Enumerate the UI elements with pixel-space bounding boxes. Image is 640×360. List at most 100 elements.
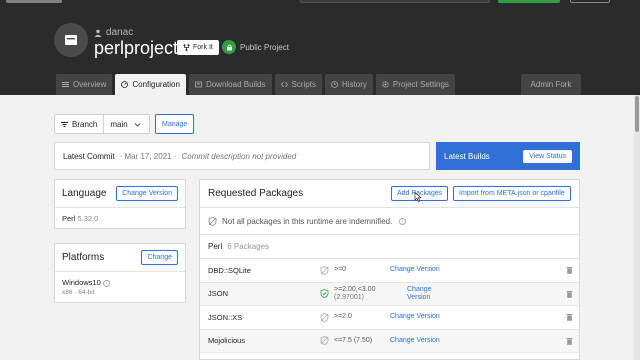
tab-label: Download Builds bbox=[205, 80, 266, 89]
platforms-title: Platforms bbox=[62, 252, 105, 263]
latest-commit-label: Latest Commit bbox=[63, 151, 115, 161]
platform-name: Windows10 bbox=[62, 278, 101, 287]
tab-label: Project Settings bbox=[392, 80, 449, 89]
tab-download-builds[interactable]: Download Builds bbox=[188, 74, 272, 95]
package-row: JSON::XS >=2.0 Change Version bbox=[200, 306, 579, 330]
latest-builds-bar: Latest Builds View Status bbox=[436, 142, 580, 170]
package-name: Mojolicious bbox=[208, 336, 246, 346]
language-panel-header: Language Change Version bbox=[55, 180, 185, 208]
resolved-version: (2.97001) bbox=[334, 293, 364, 301]
package-name: JSON bbox=[208, 289, 229, 299]
platform-arch: x86 · 64-bit bbox=[62, 289, 95, 296]
tab-label: Overview bbox=[73, 80, 107, 89]
fork-button-label: Fork It bbox=[193, 44, 213, 51]
site-logo[interactable] bbox=[6, 0, 62, 3]
package-version-constraint: <=7.5 (7.50) bbox=[334, 336, 373, 344]
requested-packages-panel: Requested Packages Add Packages Import f… bbox=[199, 179, 580, 360]
trash-icon[interactable] bbox=[566, 266, 573, 275]
chevron-down-icon bbox=[134, 122, 141, 127]
lock-icon bbox=[222, 40, 236, 54]
code-icon bbox=[280, 81, 288, 88]
manage-branches-button[interactable]: Manage bbox=[155, 114, 195, 134]
branch-dropdown[interactable]: main bbox=[104, 120, 146, 129]
trash-icon[interactable] bbox=[566, 337, 573, 345]
import-packages-button[interactable]: Import from META.json or cpanfile bbox=[453, 186, 571, 201]
language-name: Perl bbox=[62, 214, 76, 223]
info-icon[interactable]: i bbox=[399, 217, 407, 225]
project-owner[interactable]: danac bbox=[94, 27, 133, 38]
shield-off-icon bbox=[320, 312, 329, 322]
download-icon bbox=[195, 81, 202, 88]
change-package-version-link[interactable]: Change Version bbox=[390, 313, 440, 321]
global-search-input[interactable] bbox=[300, 0, 490, 3]
scrollbar-thumb[interactable] bbox=[635, 96, 639, 132]
shield-check-icon bbox=[320, 289, 329, 299]
language-title: Language bbox=[62, 188, 107, 199]
change-package-version-link[interactable]: Change Version bbox=[407, 286, 447, 302]
commit-description: Commit description not provided bbox=[181, 151, 297, 161]
tab-admin-fork[interactable]: Admin Fork bbox=[521, 74, 581, 95]
fork-icon bbox=[183, 44, 190, 51]
tab-scripts[interactable]: Scripts bbox=[274, 74, 322, 95]
project-title: perlproject bbox=[94, 38, 179, 58]
mouse-cursor-icon bbox=[414, 192, 422, 202]
platforms-panel-header: Platforms Change bbox=[55, 244, 185, 272]
user-icon bbox=[94, 29, 102, 37]
trash-icon[interactable] bbox=[566, 313, 573, 322]
package-version-constraint: >=2.00,<3.00 (2.97001) bbox=[334, 286, 375, 302]
package-name: JSON::XS bbox=[208, 312, 243, 322]
user-menu-button[interactable] bbox=[570, 0, 610, 3]
owner-name: danac bbox=[106, 27, 134, 38]
tab-overview[interactable]: Overview bbox=[56, 74, 113, 95]
primary-action-button[interactable] bbox=[498, 0, 560, 3]
language-panel: Language Change Version Perl 5.32.0 bbox=[54, 179, 186, 229]
package-version-constraint: >=2.0 bbox=[334, 313, 352, 321]
fork-button[interactable]: Fork It bbox=[177, 40, 219, 55]
commit-date: · Mar 17, 2021 · bbox=[119, 151, 177, 161]
project-icon bbox=[54, 23, 88, 57]
latest-builds-label: Latest Builds bbox=[444, 151, 490, 161]
package-group-header: Perl 6 Packages bbox=[200, 235, 579, 259]
history-icon bbox=[331, 81, 338, 88]
package-group-name: Perl bbox=[208, 242, 223, 251]
language-version: 5.32.0 bbox=[77, 214, 99, 223]
change-package-version-link[interactable]: Change Version bbox=[390, 337, 440, 345]
change-platform-button[interactable]: Change bbox=[141, 250, 178, 265]
branch-label-text: Branch bbox=[72, 119, 98, 129]
list-icon bbox=[62, 82, 69, 87]
branch-label: Branch bbox=[55, 115, 105, 133]
view-status-button[interactable]: View Status bbox=[523, 149, 572, 163]
change-package-version-link[interactable]: Change Version bbox=[390, 266, 440, 274]
trash-icon[interactable] bbox=[566, 290, 573, 298]
tab-label: Configuration bbox=[132, 80, 180, 89]
branch-icon bbox=[61, 121, 68, 127]
package-name: DBD::SQLite bbox=[208, 265, 251, 275]
shield-off-icon bbox=[208, 216, 217, 226]
tab-history[interactable]: History bbox=[324, 74, 373, 95]
page-scrollbar[interactable] bbox=[634, 95, 640, 360]
project-header: danac perlproject Fork It Public Project… bbox=[0, 0, 640, 95]
visibility-label: Public Project bbox=[240, 43, 289, 52]
version-range: >=2.00,<3.00 bbox=[334, 285, 376, 293]
window-icon bbox=[65, 35, 77, 45]
package-row: DBD::SQLite >=0 Change Version bbox=[200, 259, 579, 283]
indemnification-note: Not all packages in this runtime are ind… bbox=[200, 208, 579, 235]
platforms-panel: Platforms Change Windows10 i x86 · 64-bit bbox=[54, 243, 186, 303]
requested-packages-header: Requested Packages Add Packages Import f… bbox=[200, 180, 579, 208]
gear-icon bbox=[382, 81, 389, 88]
tab-project-settings[interactable]: Project Settings bbox=[375, 74, 455, 95]
branch-value: main bbox=[110, 119, 128, 129]
project-tabs: Overview Configuration Download Builds S… bbox=[56, 74, 581, 95]
top-nav-bar bbox=[0, 0, 640, 6]
package-row: JSON >=2.00,<3.00 (2.97001) Change Versi… bbox=[200, 282, 579, 306]
package-group-count: 6 Packages bbox=[227, 242, 270, 251]
tab-configuration[interactable]: Configuration bbox=[115, 74, 186, 95]
platform-item: Windows10 i x86 · 64-bit bbox=[55, 272, 185, 302]
package-version-constraint: >=0 bbox=[334, 266, 347, 274]
info-icon[interactable]: i bbox=[102, 279, 110, 287]
shield-off-icon bbox=[320, 265, 329, 275]
change-language-version-button[interactable]: Change Version bbox=[116, 186, 178, 201]
language-value: Perl 5.32.0 bbox=[55, 208, 185, 229]
branch-selector[interactable]: Branch main bbox=[54, 114, 150, 134]
tab-label: History bbox=[341, 80, 367, 89]
